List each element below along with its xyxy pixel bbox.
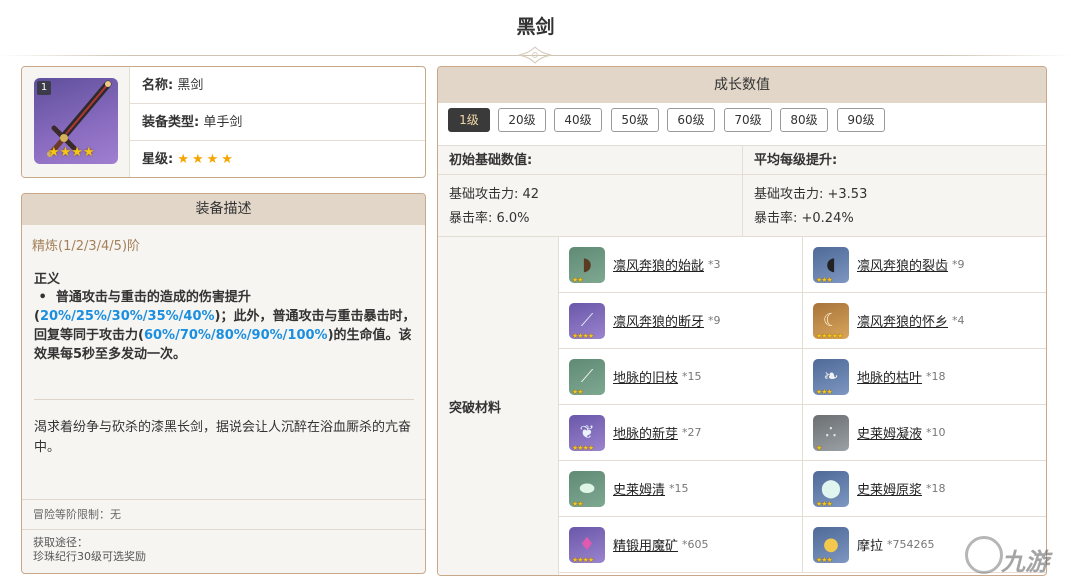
material-count: *18: [926, 370, 946, 383]
watermark-text: 九游: [1001, 548, 1049, 576]
material-link[interactable]: 凛风奔狼的断牙: [613, 311, 704, 330]
material-count: *3: [708, 258, 721, 271]
material-link[interactable]: 地脉的枯叶: [857, 367, 922, 386]
passive-description: • 普通攻击与重击的造成的伤害提升(20%/25%/30%/35%/40%)；此…: [34, 288, 416, 364]
old-branch-icon: ⟋ ★★: [569, 358, 605, 396]
level-tab-80[interactable]: 80级: [780, 108, 828, 132]
material-count: *18: [926, 482, 946, 495]
material-link[interactable]: 凛风奔狼的始龀: [613, 255, 704, 274]
ore-icon: ♦ ★★★★: [569, 526, 605, 564]
material-item: ⟋ ★★ 地脉的旧枝 *15: [559, 349, 803, 405]
weapon-info-panel: 1 ★★★★ 名称: 黑剑 装备类型: 单手剑 星级: ★★★★: [21, 66, 426, 178]
growth-header: 成长数值: [438, 67, 1046, 103]
icon-level-badge: 1: [37, 81, 51, 95]
rarity-label: 星级:: [142, 152, 174, 167]
passive-bullet: •: [38, 290, 47, 305]
level-tab-70[interactable]: 70级: [724, 108, 772, 132]
passive-damage-values: 20%/25%/30%/35%/40%: [39, 309, 215, 324]
material-count: *4: [952, 314, 965, 327]
materials-label: 突破材料: [438, 237, 559, 575]
cracked-tooth-icon: ◖ ★★★: [813, 246, 849, 284]
description-panel: 装备描述 精炼(1/2/3/4/5)阶 正义 • 普通攻击与重击的造成的伤害提升…: [21, 193, 426, 574]
ornament-icon: [518, 46, 552, 64]
material-count: *9: [952, 258, 965, 271]
source-value: 珍珠纪行30级可选奖励: [33, 550, 146, 563]
source-label: 获取途径：: [33, 536, 88, 549]
info-row-type: 装备类型: 单手剑: [130, 104, 425, 141]
weapon-icon-cell: 1 ★★★★: [22, 67, 130, 177]
level-tab-1[interactable]: 1级: [448, 108, 490, 132]
level-tab-50[interactable]: 50级: [611, 108, 659, 132]
level-tab-90[interactable]: 90级: [837, 108, 885, 132]
material-count: *605: [682, 538, 709, 551]
broken-fang-icon: ⟋ ★★★★: [569, 302, 605, 340]
material-count: *9: [708, 314, 721, 327]
source-info: 获取途径： 珍珠纪行30级可选奖励: [22, 529, 425, 573]
growth-stats-panel: 成长数值 1级 20级 40级 50级 60级 70级 80级 90级 初始基础…: [437, 66, 1047, 576]
material-item: ⟋ ★★★★ 凛风奔狼的断牙 *9: [559, 293, 803, 349]
info-row-name: 名称: 黑剑: [130, 67, 425, 104]
material-link[interactable]: 凛风奔狼的怀乡: [857, 311, 948, 330]
rarity-stars: ★★★★: [177, 152, 236, 167]
inc-crit: 暴击率: +0.24%: [754, 211, 854, 226]
material-item: ◗ ★★ 凛风奔狼的始龀 *3: [559, 237, 803, 293]
material-item: ◖ ★★★ 凛风奔狼的裂齿 *9: [803, 237, 1046, 293]
new-sprout-icon: ❦ ★★★★: [569, 414, 605, 452]
description-header: 装备描述: [22, 194, 425, 225]
page-title: 黑剑: [516, 16, 555, 38]
level-tab-40[interactable]: 40级: [554, 108, 602, 132]
watermark-logo: 九游: [965, 530, 1065, 585]
per-level-stats: 基础攻击力: +3.53 暴击率: +0.24%: [743, 175, 1046, 237]
adventure-rank-limit: 冒险等阶限制：无: [22, 499, 425, 529]
name-label: 名称:: [142, 78, 174, 93]
passive-name: 正义: [34, 272, 61, 287]
passive-heal-values: 60%/70%/80%/90%/100%: [143, 328, 328, 343]
material-link[interactable]: 史莱姆原浆: [857, 479, 922, 498]
weapon-icon: 1 ★★★★: [34, 78, 118, 164]
material-link[interactable]: 精锻用魔矿: [613, 535, 678, 554]
refinement-levels: 精炼(1/2/3/4/5)阶: [32, 239, 141, 254]
material-item: ❧ ★★★ 地脉的枯叶 *18: [803, 349, 1046, 405]
mora-icon: ● ★★★: [813, 526, 849, 564]
watermark-circle-icon: [965, 536, 1003, 574]
type-label: 装备类型:: [142, 115, 200, 130]
material-link[interactable]: 凛风奔狼的裂齿: [857, 255, 948, 274]
icon-rarity-stars: ★★★★: [48, 145, 95, 160]
material-count: *15: [682, 370, 702, 383]
slime-condensate-icon: ∴ ★: [813, 414, 849, 452]
withered-leaf-icon: ❧ ★★★: [813, 358, 849, 396]
material-item: ∴ ★ 史莱姆凝液 *10: [803, 405, 1046, 461]
info-row-rarity: 星级: ★★★★: [130, 141, 425, 177]
per-level-header: 平均每级提升:: [743, 145, 1046, 175]
material-link[interactable]: 史莱姆凝液: [857, 423, 922, 442]
material-link[interactable]: 地脉的新芽: [613, 423, 678, 442]
material-item: ☾ ★★★★★ 凛风奔狼的怀乡 *4: [803, 293, 1046, 349]
base-atk: 基础攻击力: 42: [449, 187, 540, 202]
lore-text: 渴求着纷争与砍杀的漆黑长剑，据说会让人沉醉在浴血厮杀的亢奋中。: [34, 420, 412, 455]
material-item: ⬬ ★★ 史莱姆清 *15: [559, 461, 803, 517]
material-link[interactable]: 地脉的旧枝: [613, 367, 678, 386]
wolf-nostalgia-icon: ☾ ★★★★★: [813, 302, 849, 340]
type-value: 单手剑: [203, 115, 243, 130]
level-tab-60[interactable]: 60级: [667, 108, 715, 132]
material-link[interactable]: 史莱姆清: [613, 479, 665, 498]
description-divider: [34, 399, 414, 400]
material-count: *10: [926, 426, 946, 439]
base-crit: 暴击率: 6.0%: [449, 211, 530, 226]
material-count: *754265: [887, 538, 935, 551]
fang-icon: ◗ ★★: [569, 246, 605, 284]
material-count: *15: [669, 482, 689, 495]
base-stats-header: 初始基础数值:: [438, 145, 743, 175]
slime-concentrate-icon: ⬤ ★★★: [813, 470, 849, 508]
material-name: 摩拉: [857, 539, 884, 554]
material-count: *27: [682, 426, 702, 439]
base-stats: 基础攻击力: 42 暴击率: 6.0%: [438, 175, 743, 237]
material-item: ♦ ★★★★ 精锻用魔矿 *605: [559, 517, 803, 573]
name-value: 黑剑: [177, 78, 204, 93]
slime-secretions-icon: ⬬ ★★: [569, 470, 605, 508]
material-item: ⬤ ★★★ 史莱姆原浆 *18: [803, 461, 1046, 517]
material-item: ❦ ★★★★ 地脉的新芽 *27: [559, 405, 803, 461]
level-tab-20[interactable]: 20级: [498, 108, 546, 132]
inc-atk: 基础攻击力: +3.53: [754, 187, 868, 202]
